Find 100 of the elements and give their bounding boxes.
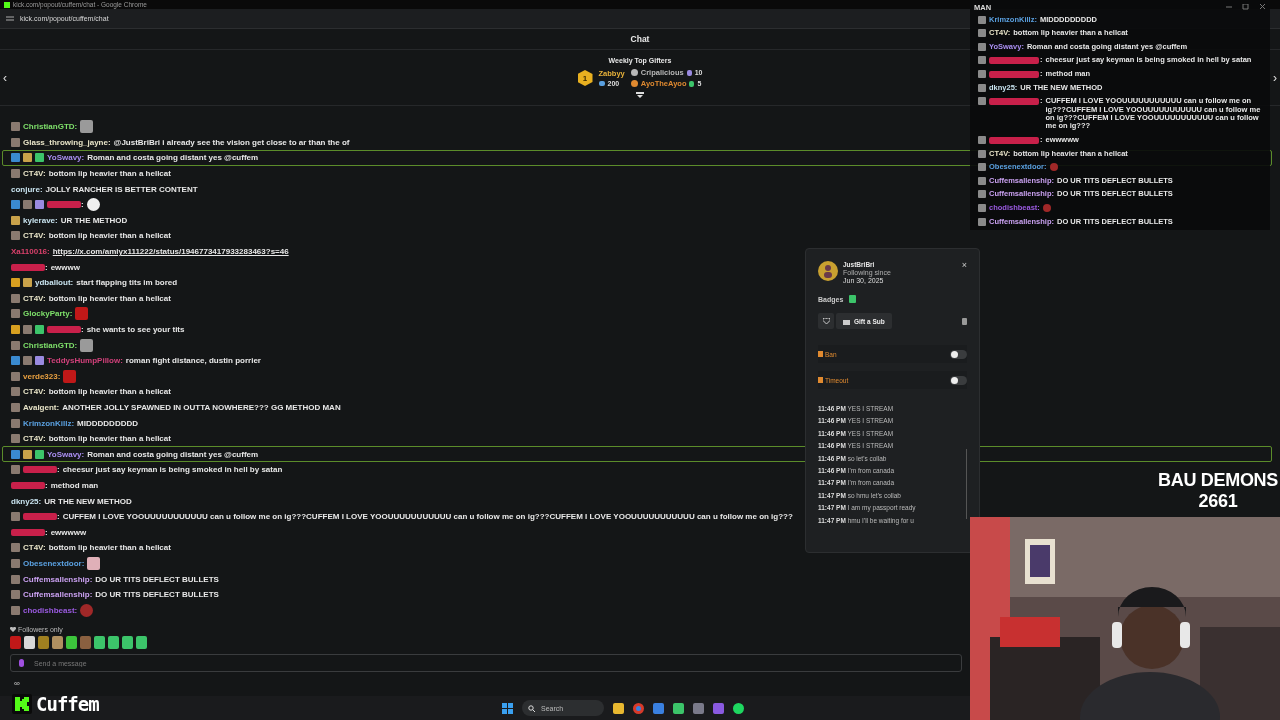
username[interactable]: CT4V: — [23, 169, 46, 179]
username[interactable]: ChristianGTD: — [23, 122, 78, 132]
chat-message: bottom lip heavier than a hellcat — [48, 231, 171, 241]
user-badge-icon — [11, 512, 20, 522]
username[interactable]: Avalgent: — [23, 403, 60, 412]
app-icon[interactable] — [693, 702, 704, 714]
emote-icon[interactable] — [122, 636, 133, 649]
toggle-switch[interactable] — [950, 375, 967, 385]
kick-favicon-icon — [4, 1, 10, 8]
hidden-username[interactable] — [23, 466, 57, 474]
microphone-icon[interactable] — [19, 659, 24, 667]
message-link[interactable]: https://x.com/amiyx111222/status/1946773417933283463?s=46 — [52, 247, 289, 257]
chat-message: MIDDDDDDDDD — [77, 418, 138, 428]
name-separator: : — [81, 325, 84, 334]
hidden-username[interactable] — [989, 136, 1039, 144]
emote-icon — [80, 338, 94, 352]
chat-message: UR THE METHOD — [60, 215, 128, 225]
username[interactable]: CT4V: — [23, 543, 46, 553]
emote-icon — [75, 307, 89, 321]
toggle-switch[interactable] — [950, 349, 967, 359]
username[interactable]: GlockyParty: — [23, 309, 73, 319]
follow-button[interactable] — [818, 313, 834, 329]
username[interactable]: conjure: — [11, 184, 43, 194]
emote-icon — [1042, 203, 1051, 212]
rank-badge: 1 — [577, 70, 593, 86]
next-arrow[interactable]: › — [1273, 70, 1277, 85]
hidden-username[interactable] — [11, 263, 45, 271]
emote-icon[interactable] — [24, 636, 35, 649]
username[interactable]: TeddysHumpPillow: — [47, 356, 123, 366]
emote-icon[interactable] — [38, 636, 49, 649]
username[interactable]: CT4V: — [23, 231, 46, 241]
emote-icon — [87, 556, 101, 570]
chat-message: bottom lip heavier than a hellcat — [48, 169, 171, 179]
chat-message: roman fight distance, dustin porrier — [125, 356, 261, 366]
username[interactable]: ydballout: — [35, 278, 74, 288]
collapse-icon[interactable] — [636, 92, 644, 98]
window-controls-icon[interactable] — [1226, 4, 1266, 10]
hidden-username[interactable] — [989, 70, 1039, 78]
kick-logo-icon — [12, 694, 32, 714]
username[interactable]: Glass_throwing_jayne: — [23, 137, 111, 147]
chat-message: ANOTHER JOLLY SPAWNED IN OUTTA NOWHERE??? GG METHOD MAN — [62, 403, 341, 412]
username[interactable]: YoSwavy: — [47, 449, 85, 459]
sub-badge-icon — [849, 295, 857, 303]
app-icon[interactable] — [673, 702, 684, 714]
username[interactable]: Cuffemsallenship: — [23, 590, 93, 600]
emote-icon[interactable] — [80, 636, 91, 649]
username[interactable]: YoSwavy: — [47, 153, 85, 163]
hidden-username[interactable] — [23, 513, 57, 521]
username[interactable]: chodishbeast: — [23, 605, 78, 615]
chat-message: bottom lip heavier than a hellcat — [48, 293, 171, 303]
username[interactable]: verde323: — [23, 371, 61, 381]
emote-icon[interactable] — [66, 636, 77, 649]
emote-icon[interactable] — [52, 636, 63, 649]
chat-message: Roman and costa going distant yes @cuffem — [87, 153, 259, 163]
chat-message: Roman and costa going distant yes @cuffem — [87, 449, 259, 459]
scrollbar[interactable] — [965, 449, 967, 519]
username[interactable]: CT4V: — [23, 387, 46, 397]
hidden-username[interactable] — [11, 481, 45, 489]
app-icon[interactable] — [713, 702, 724, 714]
username[interactable]: CT4V: — [23, 434, 46, 444]
chat-message: DO UR TITS DEFLECT BULLETS — [95, 574, 219, 584]
emote-icon[interactable] — [94, 636, 105, 649]
hidden-username[interactable] — [989, 57, 1039, 65]
chat-message: DO UR TITS DEFLECT BULLETS — [95, 590, 219, 600]
username[interactable]: kylerave: — [23, 215, 58, 225]
chat-message: JOLLY RANCHER IS BETTER CONTENT — [45, 184, 198, 194]
windows-start-icon[interactable] — [502, 702, 513, 714]
emote-icon[interactable] — [108, 636, 119, 649]
hidden-username[interactable] — [11, 528, 45, 536]
chat-message: bottom lip heavier than a hellcat — [48, 434, 171, 444]
emote-icon — [86, 198, 100, 212]
chat-message: ewwwww — [50, 527, 87, 537]
chat-message: cheesur just say keyman is being smoked in hell by satan — [62, 465, 283, 475]
chat-message: bottom lip heavier than a hellcat — [48, 543, 171, 553]
emote-icon — [1049, 163, 1058, 172]
username[interactable]: Xa110016: — [11, 247, 50, 257]
previous-arrow[interactable]: ‹ — [3, 70, 7, 85]
close-button[interactable]: × — [961, 261, 967, 270]
username[interactable]: Obesenextdoor: — [23, 558, 85, 568]
name-separator: : — [57, 465, 60, 475]
name-separator: : — [57, 512, 60, 522]
username[interactable]: ChristianGTD: — [23, 340, 78, 350]
search-icon — [528, 704, 535, 712]
goal-count: 2661 — [1198, 491, 1238, 512]
chat-message: ewwww — [50, 262, 80, 272]
name-separator: : — [45, 527, 48, 537]
name-separator: : — [45, 480, 48, 490]
hidden-username[interactable] — [47, 201, 81, 209]
chat-message: she wants to see your tits — [86, 325, 185, 334]
goal-title: BAU DEMONS — [1158, 470, 1278, 491]
chat-message: @JustBriBri i already see the vision get close to ar than the of — [113, 137, 350, 147]
emote-icon[interactable] — [10, 636, 21, 649]
mod-action-icon — [818, 377, 823, 383]
username[interactable]: Cuffemsallenship: — [23, 574, 93, 584]
username[interactable]: KrimzonKillz: — [23, 418, 75, 428]
app-icon[interactable] — [653, 702, 664, 714]
username[interactable]: dkny25: — [11, 496, 42, 506]
hidden-username[interactable] — [989, 98, 1039, 106]
username[interactable]: CT4V: — [23, 293, 46, 303]
emote-icon[interactable] — [136, 636, 147, 649]
